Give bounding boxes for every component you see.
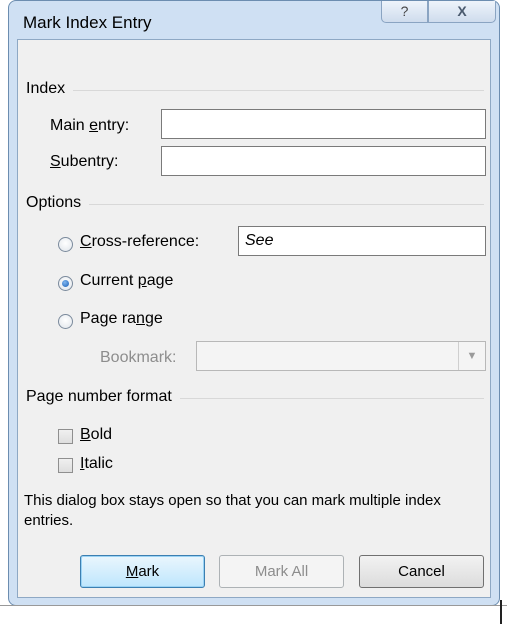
options-section-label: Options [26,194,90,212]
page-range-radio[interactable] [58,314,73,329]
divider [26,90,484,91]
bookmark-select[interactable]: ▼ [196,341,486,371]
mark-button-accel: M [125,563,139,580]
cross-reference-label[interactable]: Cross-reference: [80,233,199,251]
close-icon: X [457,3,467,19]
close-button[interactable]: X [428,1,496,23]
current-page-label-pre: Current [80,272,138,289]
index-section-label: Index [26,80,74,98]
page-number-format-label: Page number format [26,388,180,406]
dialog-title: Mark Index Entry [23,13,152,32]
subentry-label: Subentry: [50,153,118,171]
chevron-down-icon[interactable]: ▼ [458,342,485,370]
options-section: Options [26,194,484,214]
help-button[interactable]: ? [381,1,428,23]
current-page-label-accel: p [137,272,147,289]
current-page-radio[interactable] [58,276,73,291]
mark-index-entry-dialog: Mark Index Entry ? X Index Main entry: S… [8,0,500,606]
current-page-label-post: age [146,272,174,289]
divider [500,600,502,624]
cross-reference-radio[interactable] [58,237,73,252]
bold-label-post: old [90,426,113,443]
bold-checkbox[interactable] [58,429,73,444]
title-bar: Mark Index Entry ? X [9,1,499,39]
cross-reference-label-post: ross-reference: [91,233,200,250]
page-range-label-post: ge [144,310,163,327]
mark-button[interactable]: Mark [80,555,205,588]
main-entry-input[interactable] [161,109,486,139]
main-entry-label-pre: Main [50,117,90,134]
page-range-label[interactable]: Page range [80,310,163,328]
page-range-label-pre: Page ra [80,310,137,327]
main-entry-label-post: ntry: [98,117,130,134]
bookmark-label: Bookmark: [100,349,177,366]
divider [26,204,484,205]
cross-reference-label-accel: C [80,233,92,250]
main-entry-label: Main entry: [50,117,129,135]
bold-label[interactable]: Bold [80,426,112,444]
subentry-label-accel: S [50,153,61,170]
page-range-label-accel: n [136,310,145,327]
mark-all-button[interactable]: Mark All [219,555,344,588]
mark-button-post: ark [138,563,160,580]
current-page-label[interactable]: Current page [80,272,173,290]
dialog-body: Index Main entry: Subentry: Options Cros… [17,39,491,598]
divider [0,605,507,606]
italic-label[interactable]: Italic [80,455,113,473]
bold-label-accel: B [80,426,91,443]
page-number-format-section: Page number format [26,388,484,408]
help-icon: ? [400,3,409,19]
subentry-label-post: ubentry: [60,153,119,170]
info-note: This dialog box stays open so that you c… [24,492,441,529]
subentry-input[interactable] [161,146,486,176]
italic-checkbox[interactable] [58,458,73,473]
cancel-button[interactable]: Cancel [359,555,484,588]
index-section: Index [26,80,484,100]
italic-label-post: talic [84,455,113,472]
cross-reference-input[interactable]: See [238,226,486,256]
main-entry-label-accel: e [89,117,99,134]
